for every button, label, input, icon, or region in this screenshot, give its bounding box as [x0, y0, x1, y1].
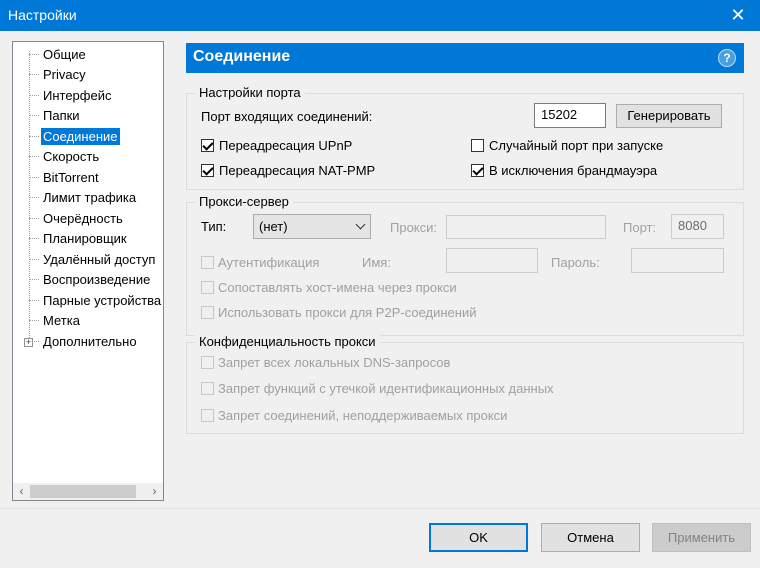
- proxy-type-value: (нет): [259, 219, 288, 234]
- incoming-port-label: Порт входящих соединений:: [201, 109, 373, 124]
- generate-button[interactable]: Генерировать: [616, 104, 722, 128]
- expand-plus-icon[interactable]: +: [24, 338, 33, 347]
- incoming-port-input[interactable]: 15202: [534, 103, 606, 128]
- cancel-button[interactable]: Отмена: [541, 523, 640, 552]
- window-title: Настройки: [8, 7, 77, 23]
- resolve-hostnames-label: Сопоставлять хост-имена через прокси: [218, 280, 457, 295]
- random-port-label: Случайный порт при запуске: [489, 138, 664, 153]
- section-title: Соединение: [193, 48, 291, 65]
- button-bar: OK Отмена Применить: [0, 508, 760, 568]
- natpmp-label: Переадресация NAT-PMP: [219, 163, 376, 178]
- password-label: Пароль:: [551, 255, 600, 270]
- proxy-p2p-checkbox[interactable]: [201, 306, 214, 319]
- dns-block-checkbox[interactable]: [201, 356, 214, 369]
- scroll-left-icon[interactable]: ‹: [13, 483, 30, 500]
- username-label: Имя:: [362, 255, 391, 270]
- proxy-type-select[interactable]: (нет): [253, 214, 371, 239]
- proxy-host-input[interactable]: [446, 215, 606, 239]
- authentication-label: Аутентификация: [218, 255, 320, 270]
- resolve-hostnames-checkbox[interactable]: [201, 281, 214, 294]
- ok-button[interactable]: OK: [429, 523, 528, 552]
- proxy-port-label: Порт:: [623, 220, 657, 235]
- leak-block-label: Запрет функций с утечкой идентификационн…: [218, 381, 554, 396]
- apply-button[interactable]: Применить: [652, 523, 751, 552]
- scroll-thumb[interactable]: [30, 485, 136, 498]
- natpmp-checkbox[interactable]: [201, 164, 214, 177]
- unsupported-block-label: Запрет соединений, неподдерживаемых прок…: [218, 408, 508, 423]
- username-input[interactable]: [446, 248, 538, 273]
- proxy-privacy-title: Конфиденциальность прокси: [195, 334, 380, 350]
- proxy-server-title: Прокси-сервер: [195, 194, 293, 210]
- help-icon[interactable]: ?: [718, 49, 736, 67]
- proxy-host-label: Прокси:: [390, 220, 438, 235]
- title-bar: Настройки ✕: [0, 0, 760, 31]
- password-input[interactable]: [631, 248, 724, 273]
- leak-block-checkbox[interactable]: [201, 382, 214, 395]
- settings-tree[interactable]: Общие Privacy Интерфейс Папки Соединение…: [12, 41, 164, 501]
- section-header: Соединение ?: [186, 43, 744, 73]
- tree-horizontal-scrollbar[interactable]: ‹ ›: [13, 483, 163, 500]
- dns-block-label: Запрет всех локальных DNS-запросов: [218, 355, 451, 370]
- port-settings-title: Настройки порта: [195, 85, 305, 101]
- proxy-type-label: Тип:: [201, 219, 227, 234]
- unsupported-block-checkbox[interactable]: [201, 409, 214, 422]
- firewall-label: В исключения брандмауэра: [489, 163, 658, 178]
- scroll-right-icon[interactable]: ›: [146, 483, 163, 500]
- firewall-checkbox[interactable]: [471, 164, 484, 177]
- proxy-p2p-label: Использовать прокси для P2P-соединений: [218, 305, 477, 320]
- dialog-client: Общие Privacy Интерфейс Папки Соединение…: [0, 31, 760, 568]
- random-port-checkbox[interactable]: [471, 139, 484, 152]
- upnp-label: Переадресация UPnP: [219, 138, 353, 153]
- chevron-down-icon: [355, 219, 366, 230]
- authentication-checkbox[interactable]: [201, 256, 214, 269]
- close-icon[interactable]: ✕: [716, 0, 760, 31]
- upnp-checkbox[interactable]: [201, 139, 214, 152]
- proxy-port-input[interactable]: 8080: [671, 214, 724, 239]
